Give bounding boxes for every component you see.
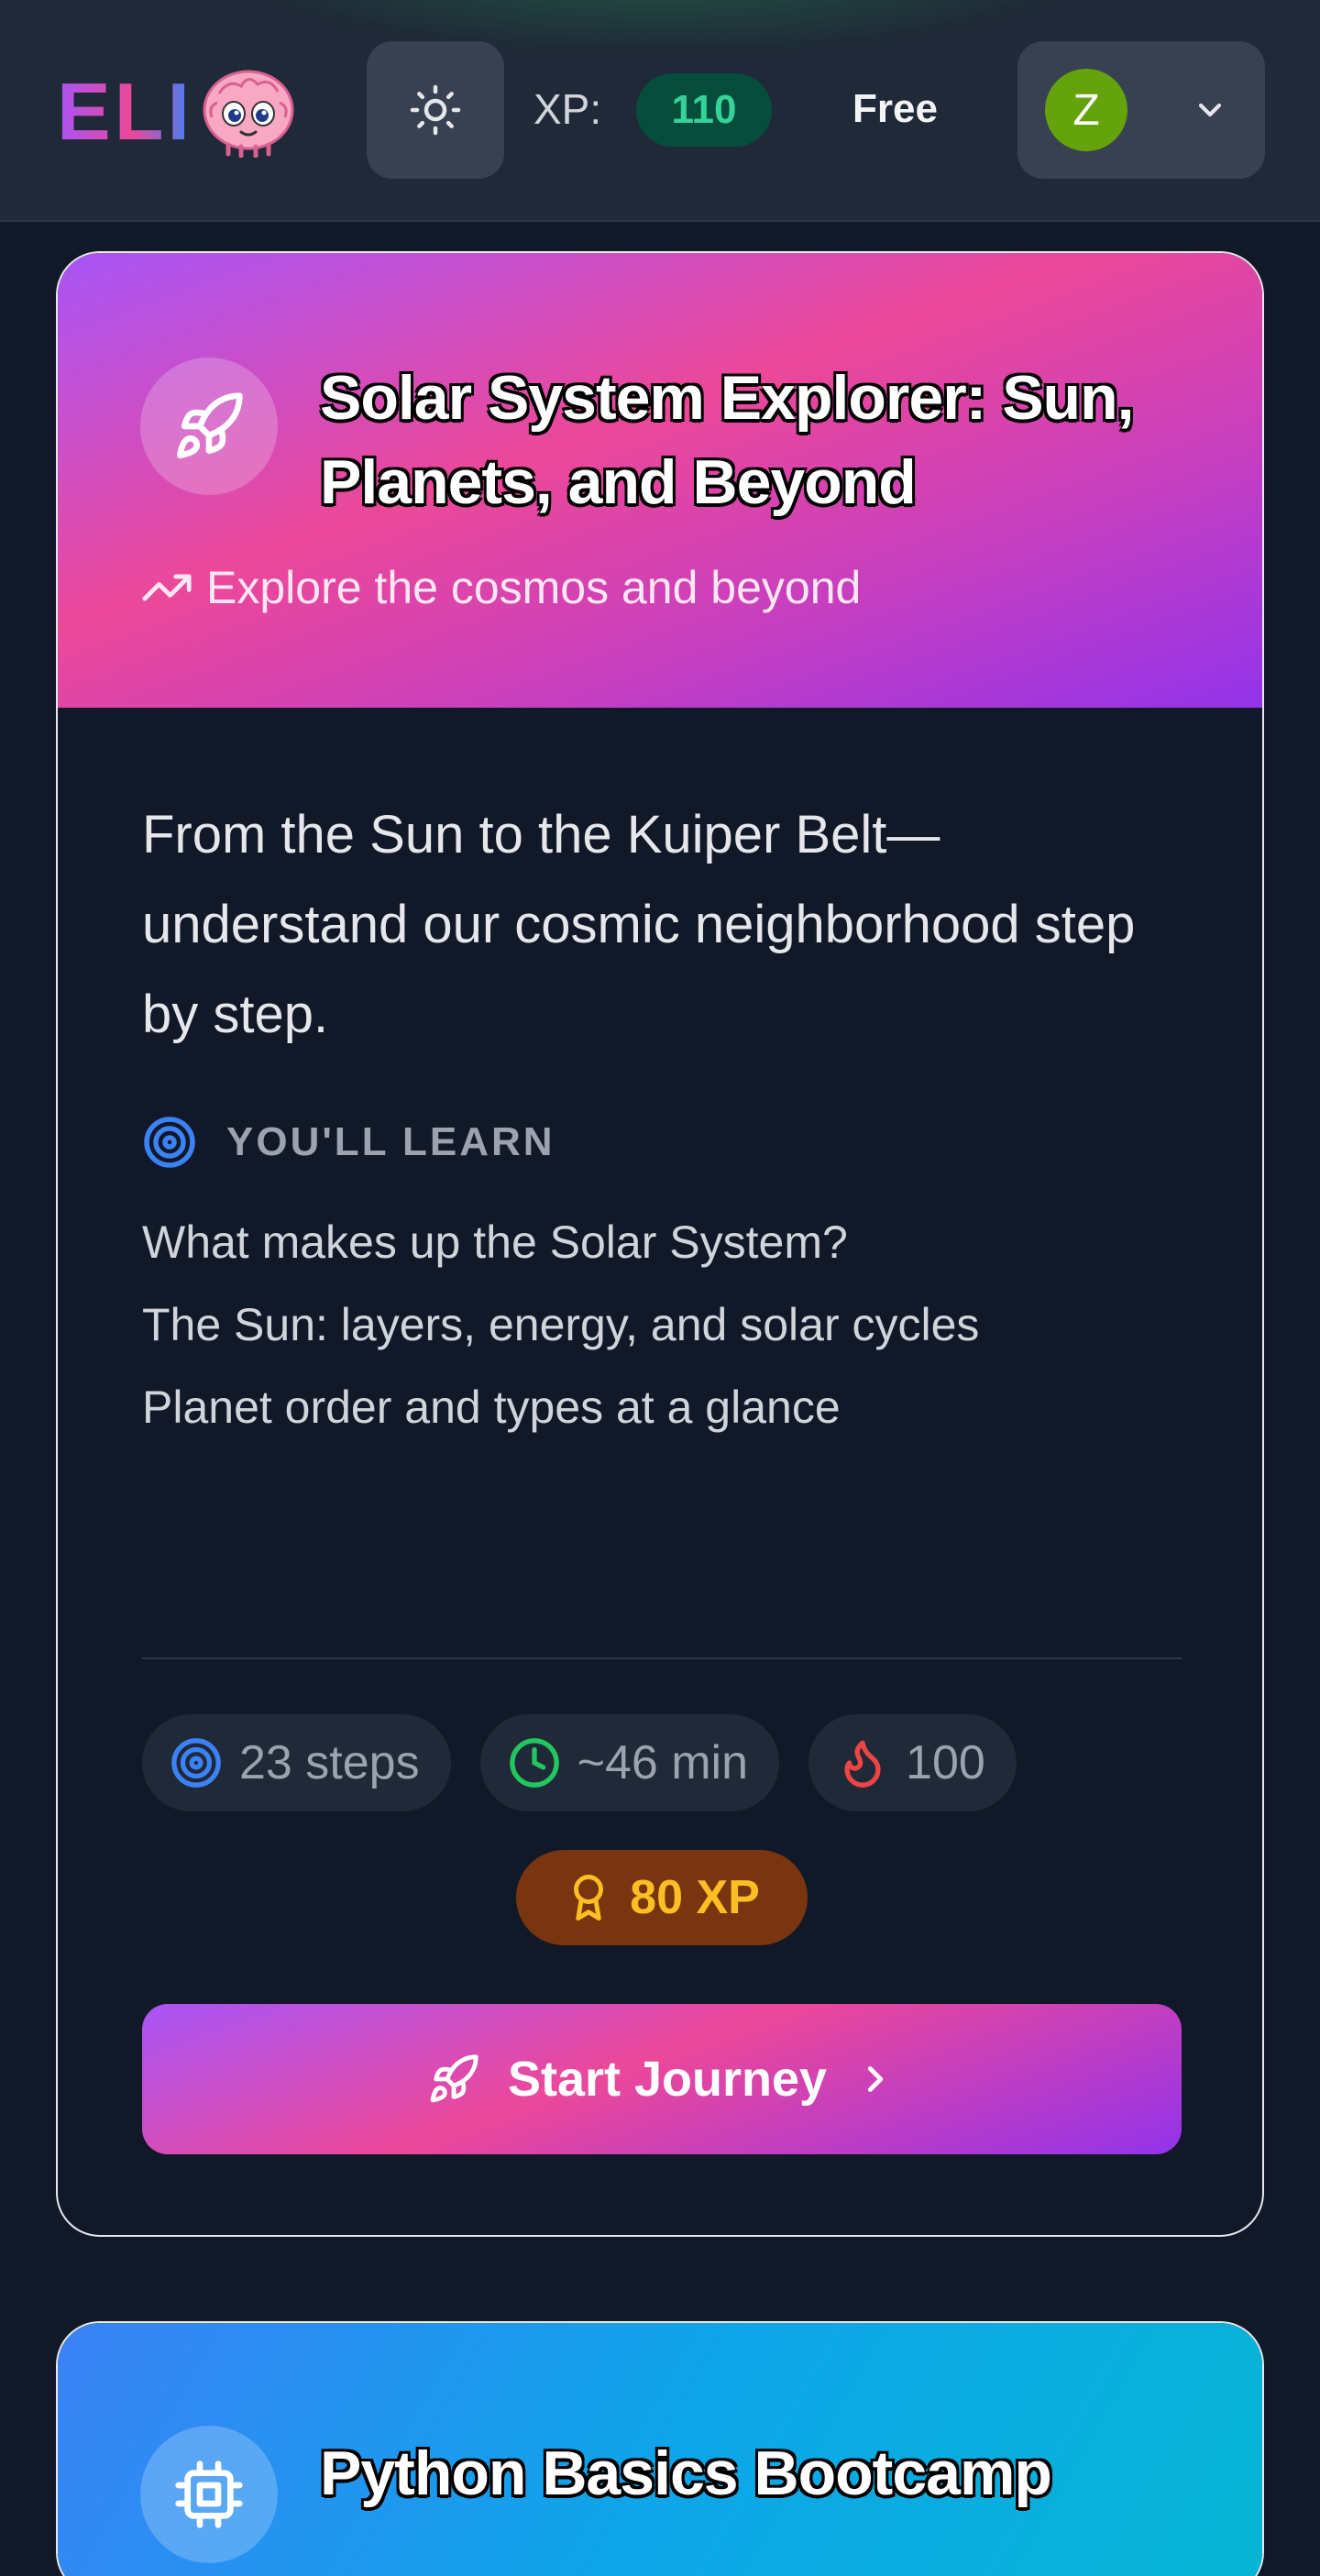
course-icon-badge (140, 358, 278, 495)
app-logo[interactable]: ELI (57, 66, 296, 158)
streak-stat: 100 (808, 1714, 1017, 1811)
divider (142, 1657, 1182, 1659)
course-title: Python Basics Bootcamp (320, 2438, 1052, 2508)
logo-text: ELI (57, 66, 193, 157)
trending-up-icon (142, 574, 192, 601)
course-card-header: Python Basics Bootcamp (58, 2323, 1262, 2576)
steps-stat: 23 steps (142, 1714, 451, 1811)
sun-icon (410, 84, 461, 136)
theme-toggle-button[interactable] (367, 41, 504, 179)
list-item: What makes up the Solar System? (142, 1216, 848, 1268)
top-header: ELI XP: 110 Free Z (0, 0, 1320, 222)
course-stats: 23 steps ~46 min 100 (142, 1714, 1017, 1811)
duration-stat: ~46 min (479, 1714, 780, 1811)
award-icon (574, 1875, 604, 1921)
brain-mascot-icon (203, 70, 294, 158)
streak-stat-text: 100 (906, 1736, 985, 1789)
start-journey-button[interactable]: Start Journey (142, 2004, 1182, 2154)
course-card[interactable]: Python Basics Bootcamp (56, 2321, 1264, 2576)
chip-icon (175, 2460, 243, 2528)
xp-reward-badge: 80 XP (516, 1850, 808, 1945)
clock-icon (509, 1738, 559, 1788)
avatar: Z (1045, 69, 1128, 151)
course-subtitle: Explore the cosmos and beyond (140, 561, 861, 614)
chevron-right-icon (867, 2066, 884, 2092)
duration-stat-text: ~46 min (577, 1736, 749, 1789)
steps-stat-text: 23 steps (239, 1736, 420, 1789)
xp-badge: 110 (636, 73, 772, 147)
plan-label[interactable]: Free (852, 86, 938, 132)
course-description: From the Sun to the Kuiper Belt—understa… (142, 805, 1136, 1044)
learn-list: What makes up the Solar System? The Sun:… (142, 1201, 979, 1448)
start-journey-label: Start Journey (507, 2052, 828, 2107)
learn-heading-text: YOU'LL LEARN (226, 1119, 556, 1164)
flame-icon (844, 1740, 881, 1788)
course-icon-badge (140, 2426, 278, 2563)
course-title: Solar System Explorer: Sun, Planets, and… (320, 363, 1135, 517)
rocket-icon (177, 392, 243, 458)
header-glow (229, 0, 1091, 55)
course-card[interactable]: Solar System Explorer: Sun, Planets, and… (56, 251, 1264, 2237)
list-item: Planet order and types at a glance (142, 1382, 841, 1433)
target-icon (144, 1117, 195, 1168)
chevron-down-icon (1198, 103, 1222, 117)
course-subtitle-text: Explore the cosmos and beyond (206, 562, 862, 613)
learn-section-heading: YOU'LL LEARN (142, 1115, 556, 1170)
target-icon (171, 1738, 221, 1788)
rocket-icon (430, 2054, 478, 2103)
user-menu-button[interactable]: Z (1018, 41, 1265, 179)
course-card-header: Solar System Explorer: Sun, Planets, and… (58, 253, 1262, 708)
list-item: The Sun: layers, energy, and solar cycle… (142, 1299, 980, 1350)
xp-reward-text: 80 XP (630, 1871, 760, 1924)
xp-label: XP: (534, 85, 602, 133)
